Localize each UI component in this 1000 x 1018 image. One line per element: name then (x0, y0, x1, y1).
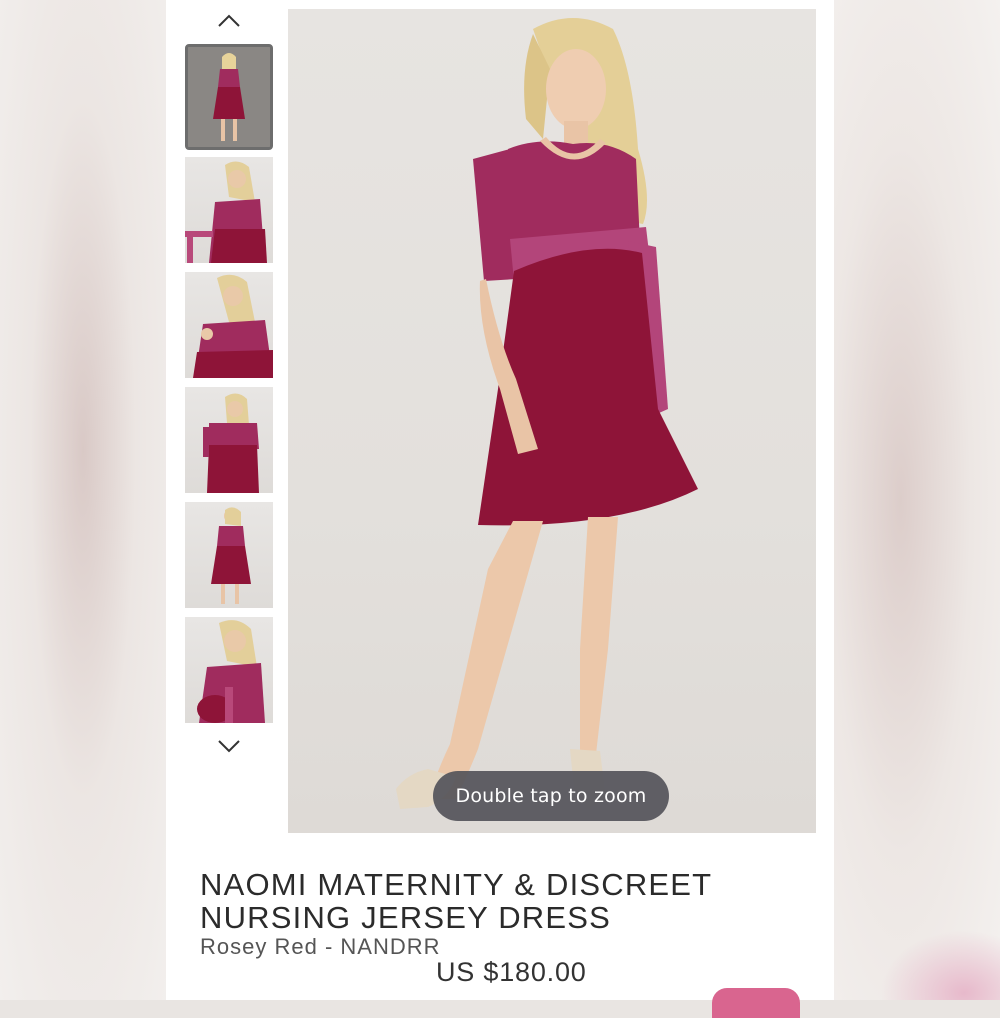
action-button[interactable] (712, 988, 800, 1018)
blurred-background-left (0, 0, 166, 1000)
thumbnail-2[interactable] (185, 157, 273, 263)
thumbnail-scroll-up-button[interactable] (216, 12, 242, 30)
chevron-down-icon (218, 740, 240, 753)
main-product-image[interactable]: Double tap to zoom (288, 9, 816, 833)
background-blur (880, 930, 1000, 1000)
chevron-up-icon (218, 14, 240, 27)
thumbnail-3[interactable] (185, 272, 273, 378)
product-title-line-2: NURSING JERSEY DRESS (200, 900, 612, 935)
thumbnail-4[interactable] (185, 387, 273, 493)
product-color-sku: Rosey Red - NANDRR (200, 934, 441, 959)
blurred-background-right (834, 0, 1000, 1000)
model-photo (396, 18, 698, 809)
thumbnail-scroll-down-button[interactable] (216, 737, 242, 755)
product-title-line-1: NAOMI MATERNITY & DISCREET (200, 867, 713, 902)
thumbnail-5[interactable] (185, 502, 273, 608)
product-price: US $180.00 (436, 957, 587, 987)
product-title: NAOMI MATERNITY & DISCREET NURSING JERSE… (200, 868, 800, 934)
zoom-hint: Double tap to zoom (433, 771, 669, 821)
thumbnail-6[interactable] (185, 617, 273, 723)
product-panel: Double tap to zoom NAOMI MATERNITY & DIS… (166, 0, 834, 1000)
thumbnail-1[interactable] (185, 44, 273, 150)
